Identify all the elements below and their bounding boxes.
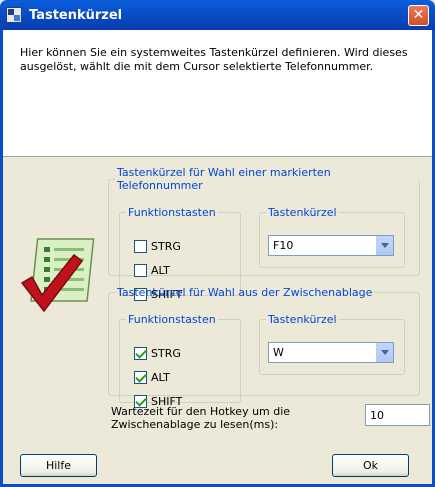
app-icon [6, 7, 22, 23]
window-frame [0, 30, 435, 487]
window-title: Tastenkürzel [29, 8, 123, 23]
title-bar[interactable]: Tastenkürzel ✕ [0, 0, 435, 30]
close-button[interactable]: ✕ [408, 5, 429, 26]
close-icon: ✕ [412, 7, 425, 23]
dialog-window: Tastenkürzel ✕ Hier können Sie ein syste… [0, 0, 435, 487]
